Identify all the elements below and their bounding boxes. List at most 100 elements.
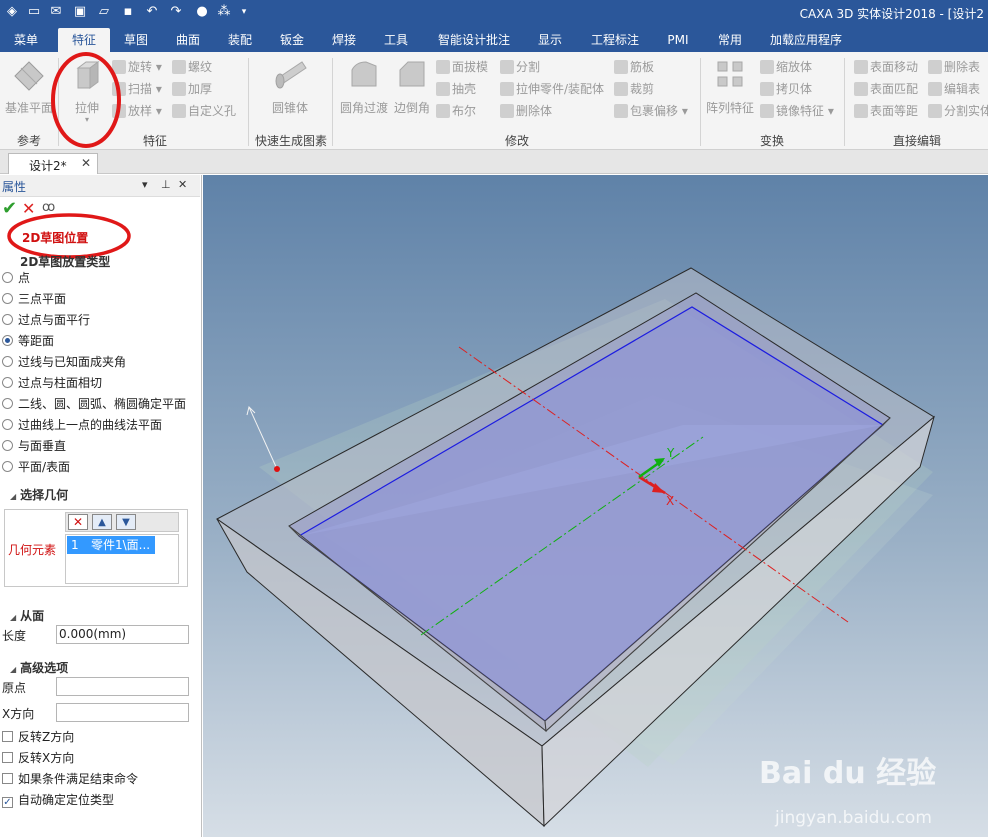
rib-icon xyxy=(614,60,628,74)
face-move-icon xyxy=(854,60,868,74)
new-file-icon[interactable]: ▭ xyxy=(26,4,42,20)
draft-button[interactable]: 面拔模 xyxy=(436,58,488,76)
end-command-checkbox[interactable]: 如果条件满足结束命令 xyxy=(2,770,138,788)
tab-sheet-metal[interactable]: 钣金 xyxy=(272,28,312,52)
shell-button[interactable]: 抽壳 xyxy=(436,80,476,98)
xdir-input[interactable] xyxy=(56,703,189,722)
tab-surface[interactable]: 曲面 xyxy=(168,28,208,52)
redo-icon[interactable]: ↷ xyxy=(168,4,184,20)
tab-engineering-annotation[interactable]: 工程标注 xyxy=(586,28,644,52)
reverse-z-checkbox[interactable]: 反转Z方向 xyxy=(2,728,74,746)
move-down-icon[interactable]: ▼ xyxy=(116,514,136,530)
section-advanced-options[interactable]: ◢ 高级选项 xyxy=(10,659,68,676)
reverse-x-checkbox[interactable]: 反转X方向 xyxy=(2,749,74,767)
remove-item-icon[interactable]: ✕ xyxy=(68,514,88,530)
move-up-icon[interactable]: ▲ xyxy=(92,514,112,530)
option-perpendicular-face[interactable]: 与面垂直 xyxy=(2,437,66,455)
cone-button[interactable]: 圆锥体 xyxy=(262,56,318,116)
length-input[interactable]: 0.000(mm) xyxy=(56,625,189,644)
list-item[interactable]: 1 零件1\面... xyxy=(67,536,155,554)
face-offset-icon xyxy=(854,104,868,118)
panel-menu-icon[interactable]: ▾ xyxy=(142,178,148,191)
group-modify-label: 修改 xyxy=(504,134,529,148)
base-plane-icon xyxy=(14,61,44,91)
close-icon[interactable]: ✕ xyxy=(81,156,91,170)
shell-icon xyxy=(436,82,450,96)
origin-input[interactable] xyxy=(56,677,189,696)
face-match-icon xyxy=(854,82,868,96)
grid-icon[interactable]: ⁂ xyxy=(216,4,232,20)
copy-body-button[interactable]: 拷贝体 xyxy=(760,80,812,98)
quick-access-dropdown-icon[interactable]: ▾ xyxy=(236,4,252,20)
chamfer-button[interactable]: 边倒角 xyxy=(392,56,432,116)
3d-viewport[interactable]: X Y Bai du 经验 jingyan.baidu.com xyxy=(203,175,988,837)
tab-pmi[interactable]: PMI xyxy=(660,28,696,52)
section-select-geometry[interactable]: ◢ 选择几何 xyxy=(10,486,68,503)
x-axis-label: X xyxy=(666,494,674,508)
group-transform-label: 变换 xyxy=(759,134,784,148)
open-folder-icon[interactable]: ▱ xyxy=(96,4,112,20)
title-bar: ◈ ▭ ✉ ▣ ▱ ▪ ↶ ↷ ● ⁂ ▾ CAXA 3D 实体设计2018 -… xyxy=(0,0,988,26)
delete-face-button[interactable]: 删除表 xyxy=(928,58,980,76)
thicken-icon xyxy=(172,82,186,96)
option-two-lines-plane[interactable]: 二线、圆、圆弧、椭圆确定平面 xyxy=(2,395,186,413)
tab-assembly[interactable]: 装配 xyxy=(220,28,260,52)
undo-icon[interactable]: ↶ xyxy=(144,4,160,20)
option-line-angle-face[interactable]: 过线与已知面成夹角 xyxy=(2,353,126,371)
panel-close-icon[interactable]: ✕ xyxy=(178,178,187,191)
tab-menu[interactable]: 菜单 xyxy=(6,28,46,52)
option-three-point-plane[interactable]: 三点平面 xyxy=(2,290,66,308)
pattern-button[interactable]: 阵列特征 xyxy=(704,56,756,116)
document-tab[interactable]: 设计2* ✕ xyxy=(8,153,98,174)
auto-locate-checkbox[interactable]: ✓ 自动确定定位类型 xyxy=(2,791,114,809)
pin-icon[interactable]: ⊥ xyxy=(161,178,171,191)
thread-button[interactable]: 螺纹 xyxy=(172,58,212,76)
face-match-button[interactable]: 表面匹配 xyxy=(854,80,918,98)
rib-button[interactable]: 筋板 xyxy=(614,58,654,76)
delete-body-button[interactable]: 删除体 xyxy=(500,102,552,120)
tab-tools[interactable]: 工具 xyxy=(376,28,416,52)
custom-hole-button[interactable]: 自定义孔 xyxy=(172,102,236,120)
face-offset-button[interactable]: 表面等距 xyxy=(854,102,918,120)
window-title: CAXA 3D 实体设计2018 - [设计2 xyxy=(799,7,984,21)
render-icon[interactable]: ● xyxy=(194,4,210,20)
extrude-part-button[interactable]: 拉伸零件/装配体 xyxy=(500,80,604,98)
trim-button[interactable]: 裁剪 xyxy=(614,80,654,98)
document-tab-bar: 设计2* ✕ xyxy=(0,150,988,174)
scale-body-button[interactable]: 缩放体 xyxy=(760,58,812,76)
option-curve-normal-plane[interactable]: 过曲线上一点的曲线法平面 xyxy=(2,416,162,434)
section-from-face[interactable]: ◢ 从面 xyxy=(10,607,44,624)
tab-display[interactable]: 显示 xyxy=(530,28,570,52)
boolean-button[interactable]: 布尔 xyxy=(436,102,476,120)
y-axis-label: Y xyxy=(666,446,675,460)
option-offset-face[interactable]: 等距面 xyxy=(2,332,54,350)
delete-face-icon xyxy=(928,60,942,74)
boolean-icon xyxy=(436,104,450,118)
edit-face-button[interactable]: 编辑表 xyxy=(928,80,980,98)
save-icon[interactable]: ▪ xyxy=(120,4,136,20)
option-plane-surface[interactable]: 平面/表面 xyxy=(2,458,70,476)
fillet-button[interactable]: 圆角过渡 xyxy=(338,56,390,116)
cone-label: 圆锥体 xyxy=(271,101,308,115)
mail-icon[interactable]: ✉ xyxy=(48,4,64,20)
option-point[interactable]: 点 xyxy=(2,269,30,287)
mirror-feature-button[interactable]: 镜像特征 ▾ xyxy=(760,102,834,120)
tab-common[interactable]: 常用 xyxy=(710,28,750,52)
tab-load-applications[interactable]: 加载应用程序 xyxy=(764,28,848,52)
chamfer-icon xyxy=(399,61,425,87)
split-button[interactable]: 分割 xyxy=(500,58,540,76)
face-move-button[interactable]: 表面移动 xyxy=(854,58,918,76)
tab-welding[interactable]: 焊接 xyxy=(324,28,364,52)
thicken-button[interactable]: 加厚 xyxy=(172,80,212,98)
extrude-part-icon xyxy=(500,82,514,96)
delete-body-icon xyxy=(500,104,514,118)
geometry-list[interactable]: 1 零件1\面... xyxy=(65,534,179,584)
split-solid-button[interactable]: 分割实体 xyxy=(928,102,988,120)
template-icon[interactable]: ▣ xyxy=(72,4,88,20)
option-point-parallel-face[interactable]: 过点与面平行 xyxy=(2,311,90,329)
wrap-offset-button[interactable]: 包裹偏移 ▾ xyxy=(614,102,688,120)
anchor-point[interactable] xyxy=(274,466,280,472)
tab-smart-annotation[interactable]: 智能设计批注 xyxy=(432,28,516,52)
option-point-tangent-cylinder[interactable]: 过点与柱面相切 xyxy=(2,374,102,392)
cone-icon xyxy=(275,61,307,89)
